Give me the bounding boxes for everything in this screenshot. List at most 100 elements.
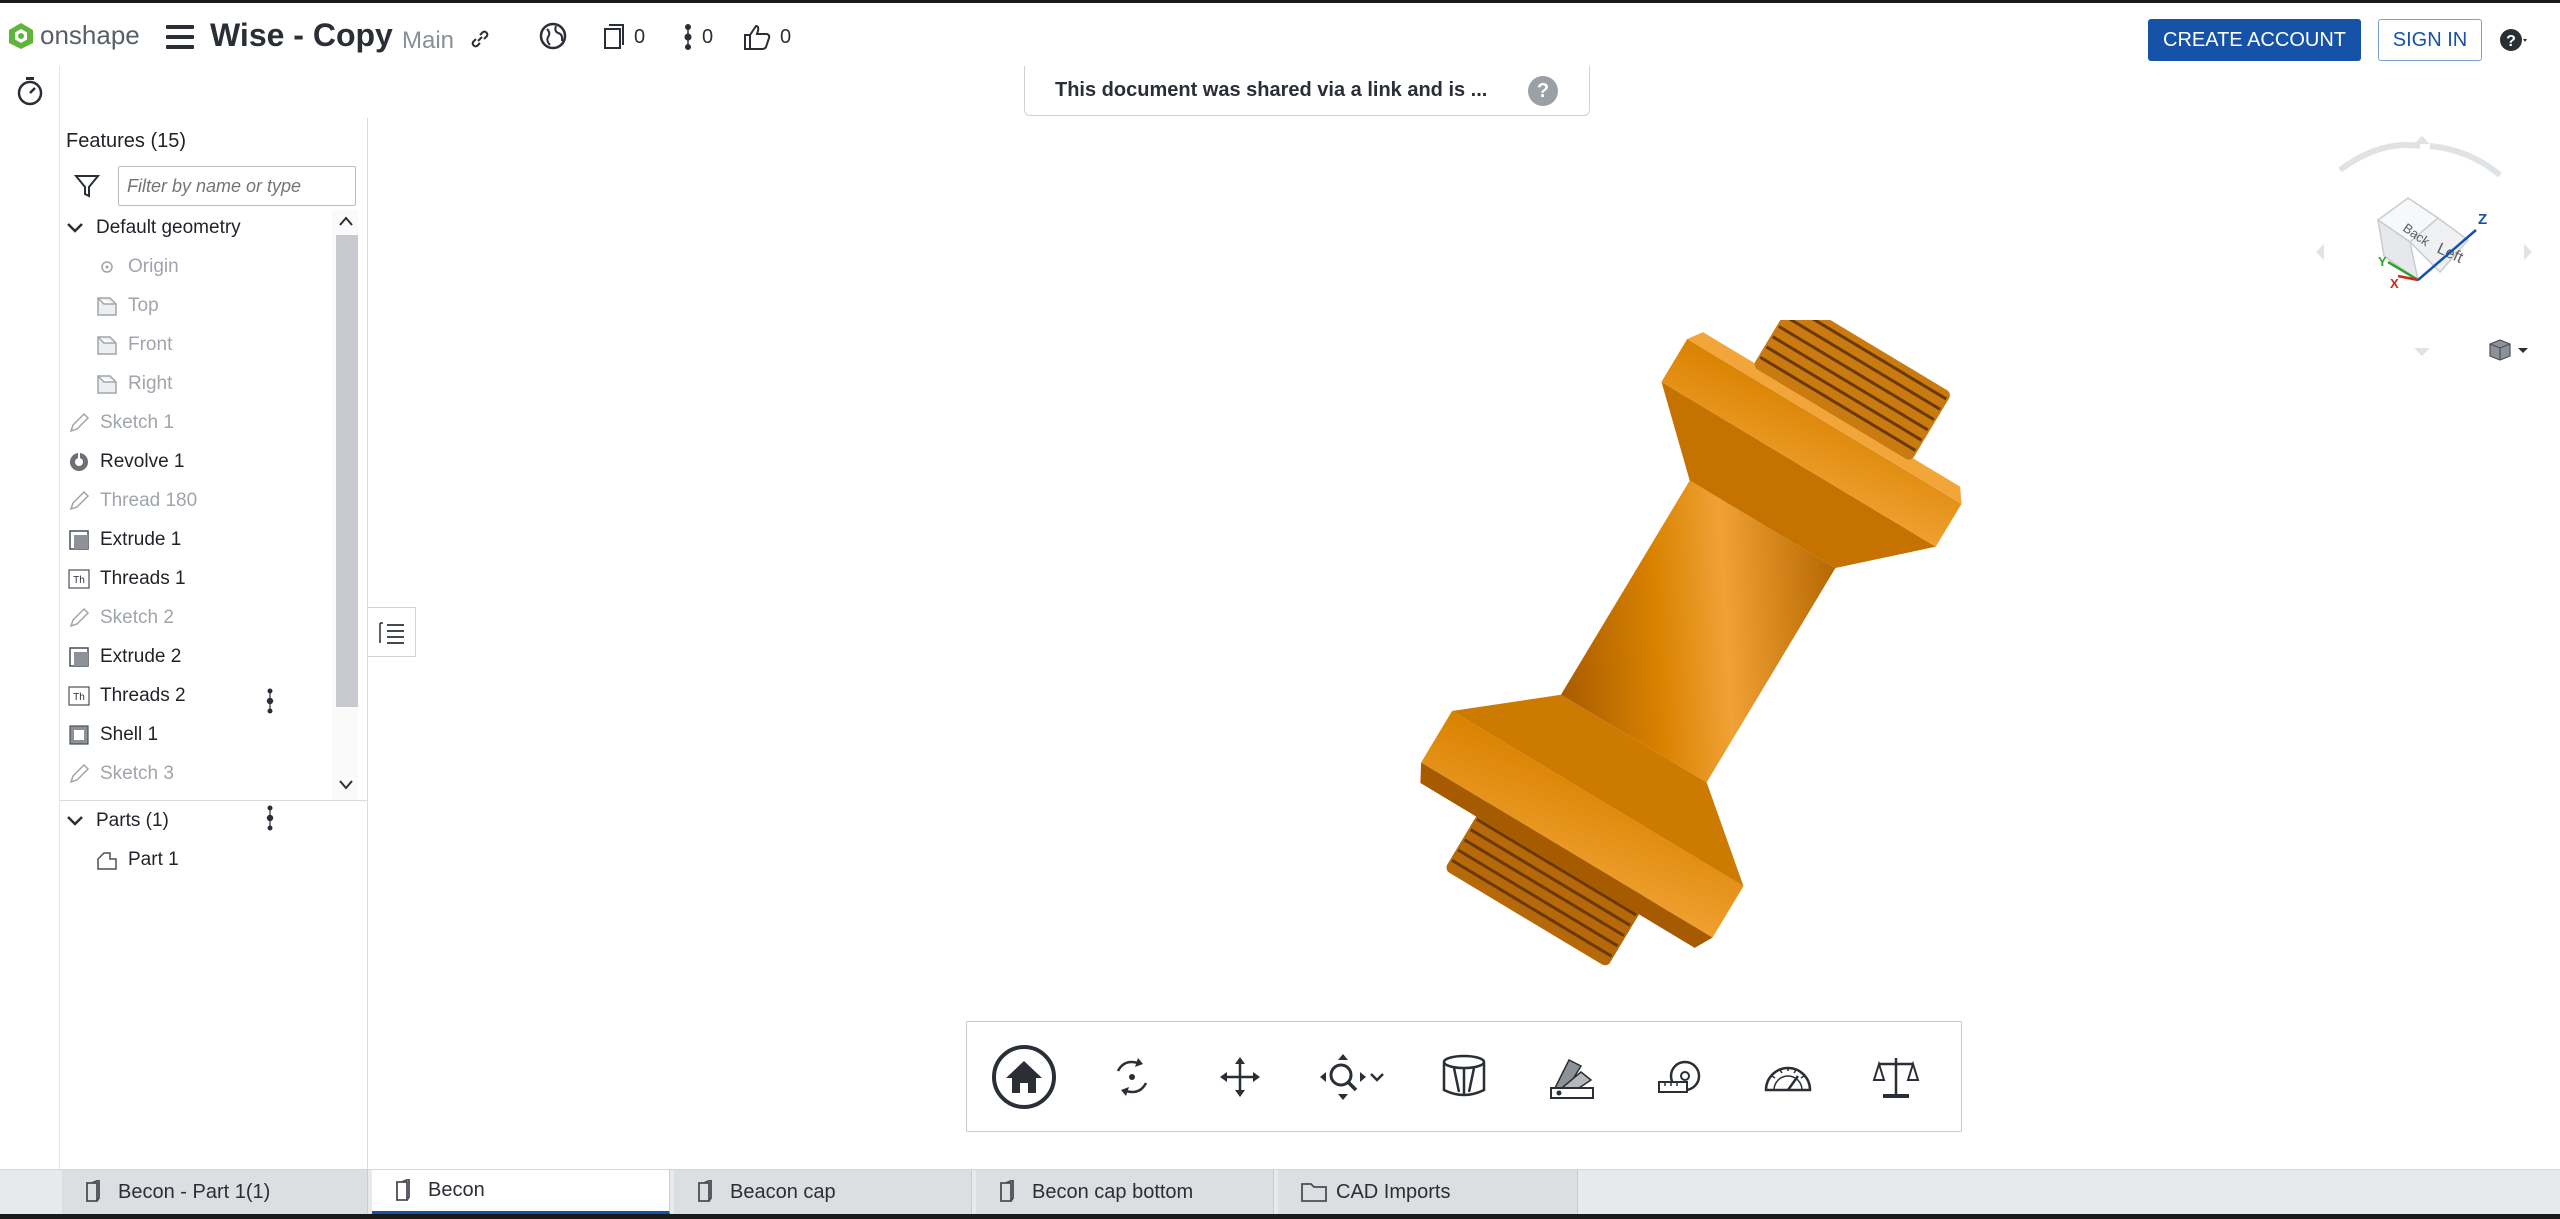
part-icon — [97, 852, 117, 870]
home-view-button[interactable] — [979, 1032, 1069, 1122]
rotate-right-arrow-icon[interactable] — [2524, 244, 2532, 260]
feature-item-right[interactable]: Right — [96, 366, 172, 402]
section-view-icon — [1442, 1054, 1486, 1097]
feature-item-front[interactable]: Front — [96, 327, 172, 363]
part-studio-icon — [698, 1180, 712, 1202]
more-options-icon[interactable] — [264, 804, 276, 832]
parts-group[interactable]: Parts (1) — [64, 803, 169, 839]
shell-icon — [69, 725, 89, 745]
tab-becon-cap-bottom[interactable]: Becon cap bottom — [976, 1170, 1274, 1214]
versions-counter[interactable]: 0 — [602, 21, 645, 53]
svg-text:Th: Th — [73, 575, 85, 586]
chevron-down-icon — [2518, 348, 2528, 353]
branch-name[interactable]: Main — [402, 27, 454, 55]
tab-cad-imports[interactable]: CAD Imports — [1278, 1170, 1578, 1214]
feature-item-revolve1[interactable]: Revolve 1 — [68, 444, 185, 480]
feature-item-top[interactable]: Top — [96, 288, 159, 324]
feature-item-sketch3[interactable]: Sketch 3 — [68, 756, 174, 792]
feature-list-scrollbar[interactable] — [332, 210, 358, 800]
feature-item-shell1[interactable]: Shell 1 — [68, 717, 158, 753]
measure-button[interactable] — [1635, 1032, 1725, 1122]
plane-icon — [97, 375, 117, 394]
feature-item-thread180[interactable]: Thread 180 — [68, 483, 197, 519]
pan-view-button[interactable] — [1195, 1032, 1285, 1122]
feature-label: Sketch 1 — [100, 412, 174, 433]
bottom-edge — [0, 1214, 2560, 1219]
angle-measure-button[interactable] — [1743, 1032, 1833, 1122]
link-icon[interactable] — [468, 27, 492, 51]
create-account-button[interactable]: CREATE ACCOUNT — [2148, 19, 2361, 61]
feature-item-extrude1[interactable]: Extrude 1 — [68, 522, 181, 558]
feature-item-threads2[interactable]: Th Threads 2 — [68, 678, 186, 714]
zoom-view-button[interactable] — [1297, 1032, 1407, 1122]
likes-counter[interactable]: 0 — [742, 21, 791, 53]
feature-label: Thread 180 — [100, 490, 198, 511]
history-timer-icon[interactable] — [16, 76, 44, 106]
document-title[interactable]: Wise - Copy — [210, 17, 393, 54]
hamburger-menu-icon[interactable] — [166, 25, 194, 49]
scrollbar-thumb[interactable] — [336, 235, 358, 707]
view-cube[interactable]: Back Left Z Y X — [2300, 130, 2540, 370]
divider — [60, 800, 368, 801]
tab-becon[interactable]: Becon — [372, 1170, 670, 1214]
document-tabs: Becon - Part 1(1) Becon Beacon cap Becon… — [0, 1169, 2560, 1214]
rotate-icon — [1116, 1058, 1148, 1096]
default-geometry-group[interactable]: Default geometry — [64, 210, 241, 246]
feature-label: Sketch 3 — [100, 763, 174, 784]
features-title: Features (15) — [66, 130, 187, 152]
branches-count: 0 — [702, 25, 714, 48]
tab-label: Becon — [428, 1179, 485, 1201]
3d-model-viewport[interactable] — [1330, 320, 2030, 1020]
filter-icon[interactable] — [74, 173, 100, 199]
feature-item-threads1[interactable]: Th Threads 1 — [68, 561, 186, 597]
section-view-button[interactable] — [1419, 1032, 1509, 1122]
chevron-up-icon[interactable] — [338, 214, 354, 228]
mass-properties-icon — [1872, 1058, 1920, 1098]
feature-label: Front — [128, 334, 173, 355]
feature-item-origin[interactable]: Origin — [96, 249, 179, 285]
folder-icon — [1301, 1183, 1327, 1202]
shared-link-banner: This document was shared via a link and … — [1024, 66, 1590, 116]
chevron-down-icon[interactable] — [64, 217, 86, 239]
chevron-down-icon[interactable] — [1368, 1070, 1386, 1084]
rotate-up-arrow-icon[interactable] — [2414, 136, 2430, 144]
feature-item-extrude2[interactable]: Extrude 2 — [68, 639, 181, 675]
rotate-down-arrow-icon[interactable] — [2414, 348, 2430, 356]
part-studio-icon — [1000, 1180, 1014, 1202]
globe-icon[interactable] — [538, 21, 568, 51]
rotate-left-arrow-icon[interactable] — [2316, 244, 2324, 260]
sign-in-button[interactable]: SIGN IN — [2378, 19, 2482, 61]
view-cube-graphic[interactable]: Back Left Z Y X — [2300, 130, 2540, 370]
part-item-part1[interactable]: Part 1 — [96, 842, 179, 878]
threaded-spacer-part[interactable] — [1380, 320, 2017, 1006]
mass-properties-button[interactable] — [1851, 1032, 1941, 1122]
pan-icon — [1220, 1057, 1260, 1097]
more-options-icon[interactable] — [264, 687, 276, 715]
chevron-down-icon[interactable] — [338, 778, 354, 792]
left-rail — [0, 66, 60, 1219]
onshape-logo-icon[interactable] — [8, 22, 34, 50]
feature-label: Right — [128, 373, 173, 394]
help-icon[interactable]: ? — [2498, 25, 2528, 55]
feature-item-sketch2[interactable]: Sketch 2 — [68, 600, 174, 636]
revolve-icon — [70, 453, 88, 471]
threads-feature-icon: Th — [68, 686, 90, 706]
thumbs-up-icon — [744, 24, 771, 50]
top-bar: onshape Wise - Copy Main 0 0 0 CREATE AC… — [0, 0, 2560, 66]
banner-help-icon[interactable]: ? — [1528, 76, 1558, 106]
tab-label: Beacon cap — [730, 1180, 836, 1203]
svg-text:?: ? — [2506, 33, 2516, 50]
feature-filter-input[interactable] — [118, 166, 356, 206]
rotate-view-button[interactable] — [1087, 1032, 1177, 1122]
feature-item-sketch1[interactable]: Sketch 1 — [68, 405, 174, 441]
appearance-button[interactable] — [1527, 1032, 1617, 1122]
panel-toggle-button[interactable] — [368, 607, 416, 657]
branches-counter[interactable]: 0 — [682, 21, 713, 53]
chevron-down-icon[interactable] — [64, 810, 86, 832]
tab-becon-part1[interactable]: Becon - Part 1(1) — [62, 1170, 368, 1214]
tab-beacon-cap[interactable]: Beacon cap — [674, 1170, 972, 1214]
threads-feature-icon: Th — [68, 569, 90, 589]
sketch-pencil-icon — [69, 763, 90, 784]
origin-icon — [101, 261, 113, 273]
view-mode-dropdown[interactable] — [2489, 339, 2528, 361]
